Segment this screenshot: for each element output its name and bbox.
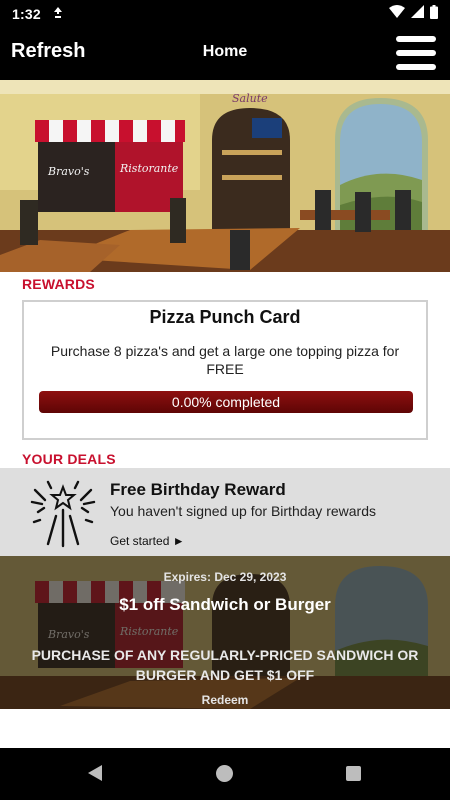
rewards-section-label: REWARDS (22, 276, 95, 292)
awning-text-right: Ristorante (119, 162, 179, 175)
wifi-icon (389, 5, 405, 23)
data-saver-icon (53, 6, 63, 22)
status-icons (389, 4, 438, 24)
awning-text-left: Bravo's (47, 165, 90, 178)
deal-expiry-date: Expires: Dec 29, 2023 (163, 570, 287, 584)
back-icon[interactable] (86, 764, 104, 782)
page-title: Home (202, 43, 248, 60)
status-time: 1:32 (12, 6, 41, 22)
punch-card-description: Purchase 8 pizza's and get a large one t… (50, 343, 400, 377)
birthday-reward-subtitle: You haven't signed up for Birthday rewar… (110, 503, 376, 519)
punch-card[interactable]: Pizza Punch Card Purchase 8 pizza's and … (22, 300, 428, 440)
birthday-reward-card[interactable]: Free Birthday Reward You haven't signed … (0, 468, 450, 556)
deal-description: PURCHASE OF ANY REGULARLY-PRICED SANDWIC… (31, 647, 419, 683)
home-icon[interactable] (216, 765, 233, 782)
sandwich-deal-card[interactable]: Bravo's Ristorante Expires: Dec 29, 2023… (0, 556, 450, 709)
redeem-button[interactable]: Redeem (0, 693, 450, 707)
deals-section-label: YOUR DEALS (22, 451, 116, 467)
app-bar: Refresh Home (0, 28, 450, 80)
fireworks-icon (30, 480, 96, 548)
get-started-link[interactable]: Get started ► (110, 534, 185, 548)
punch-card-title: Pizza Punch Card (149, 307, 301, 327)
punch-card-progress-bar: 0.00% completed (39, 391, 413, 413)
status-bar: 1:32 (0, 0, 450, 28)
salute-sign: Salute (232, 92, 268, 105)
recents-icon[interactable] (346, 766, 361, 781)
progress-label: 0.00% completed (171, 394, 281, 410)
system-nav-bar (0, 748, 450, 800)
battery-icon (430, 4, 438, 24)
hamburger-menu-icon[interactable] (396, 36, 436, 70)
birthday-reward-title: Free Birthday Reward (110, 480, 286, 499)
cell-signal-icon (411, 5, 424, 23)
deal-title: $1 off Sandwich or Burger (119, 595, 331, 614)
restaurant-hero-image: Bravo's Ristorante Salute (0, 80, 450, 272)
